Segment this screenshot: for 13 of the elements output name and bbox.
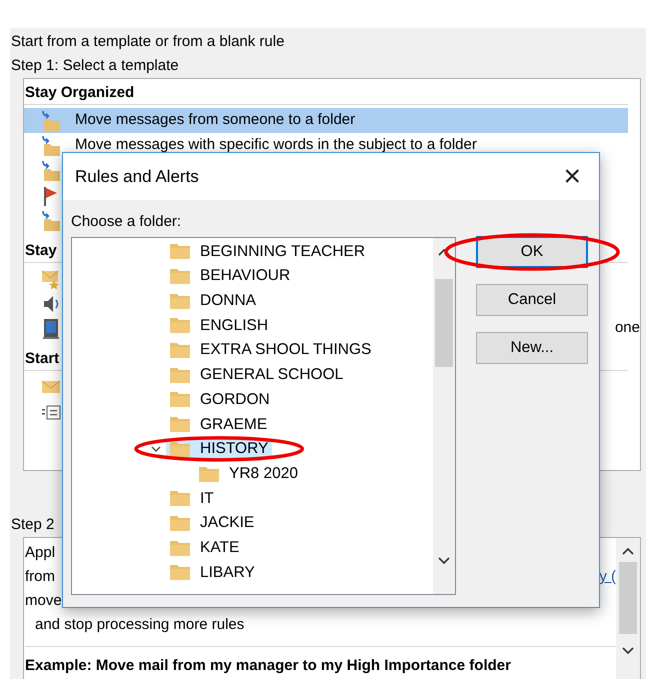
dialog-title: Rules and Alerts: [75, 166, 199, 188]
description-text: Appl: [25, 543, 56, 563]
description-text: and stop processing more rules: [35, 615, 244, 635]
step-label: Step 2: [11, 515, 54, 535]
group-header: Stay: [25, 242, 57, 259]
instruction-text: Start from a template or from a blank rule: [11, 32, 284, 52]
group-header: Start: [25, 350, 60, 367]
step-label: Step 1: Select a template: [11, 56, 179, 76]
example-text: Example: Move mail from my manager to my High Importance folder: [25, 656, 512, 676]
folder-prompt: Choose a folder:: [70, 212, 182, 232]
description-text: move: [25, 591, 62, 611]
group-header: Stay Organized: [25, 84, 134, 101]
description-text: from: [25, 567, 55, 587]
